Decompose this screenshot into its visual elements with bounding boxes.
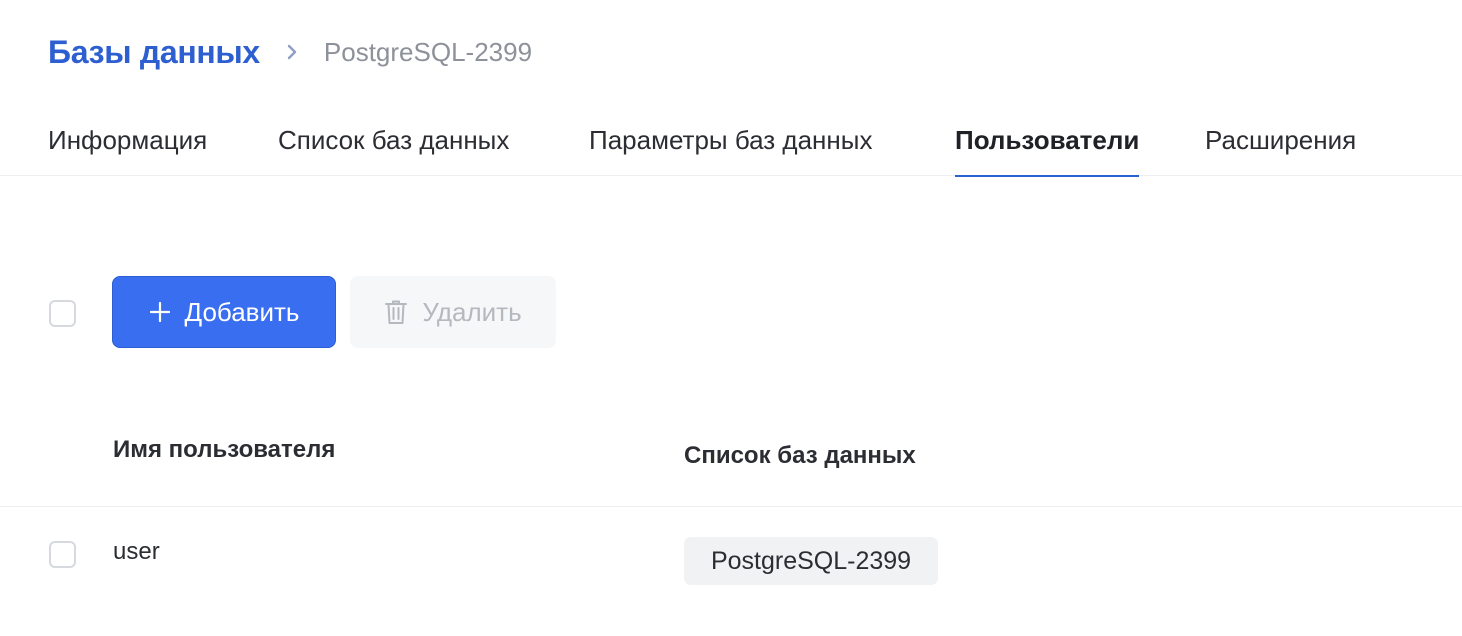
- breadcrumb-root-link[interactable]: Базы данных: [48, 34, 260, 71]
- delete-button[interactable]: Удалить: [350, 276, 556, 348]
- row-checkbox[interactable]: [49, 541, 76, 568]
- tab-users[interactable]: Пользователи: [955, 118, 1140, 177]
- column-header-databases: Список баз данных: [684, 442, 916, 469]
- add-button[interactable]: Добавить: [112, 276, 336, 348]
- plus-icon: [149, 301, 171, 323]
- tab-database-params[interactable]: Параметры баз данных: [589, 118, 872, 176]
- tab-bar: Информация Список баз данных Параметры б…: [0, 118, 1462, 177]
- database-tag: PostgreSQL-2399: [684, 537, 938, 585]
- column-header-username: Имя пользователя: [113, 436, 336, 463]
- tab-info[interactable]: Информация: [48, 118, 207, 176]
- table-divider: [0, 506, 1462, 507]
- breadcrumb: Базы данных PostgreSQL-2399: [48, 30, 532, 74]
- add-button-label: Добавить: [184, 296, 300, 327]
- username-cell: user: [113, 538, 160, 565]
- tab-extensions[interactable]: Расширения: [1205, 118, 1356, 176]
- delete-button-label: Удалить: [422, 296, 522, 327]
- tab-database-list[interactable]: Список баз данных: [278, 118, 509, 176]
- chevron-right-icon: [284, 44, 300, 60]
- breadcrumb-current: PostgreSQL-2399: [323, 36, 533, 67]
- select-all-checkbox[interactable]: [49, 300, 76, 327]
- trash-icon: [384, 299, 408, 325]
